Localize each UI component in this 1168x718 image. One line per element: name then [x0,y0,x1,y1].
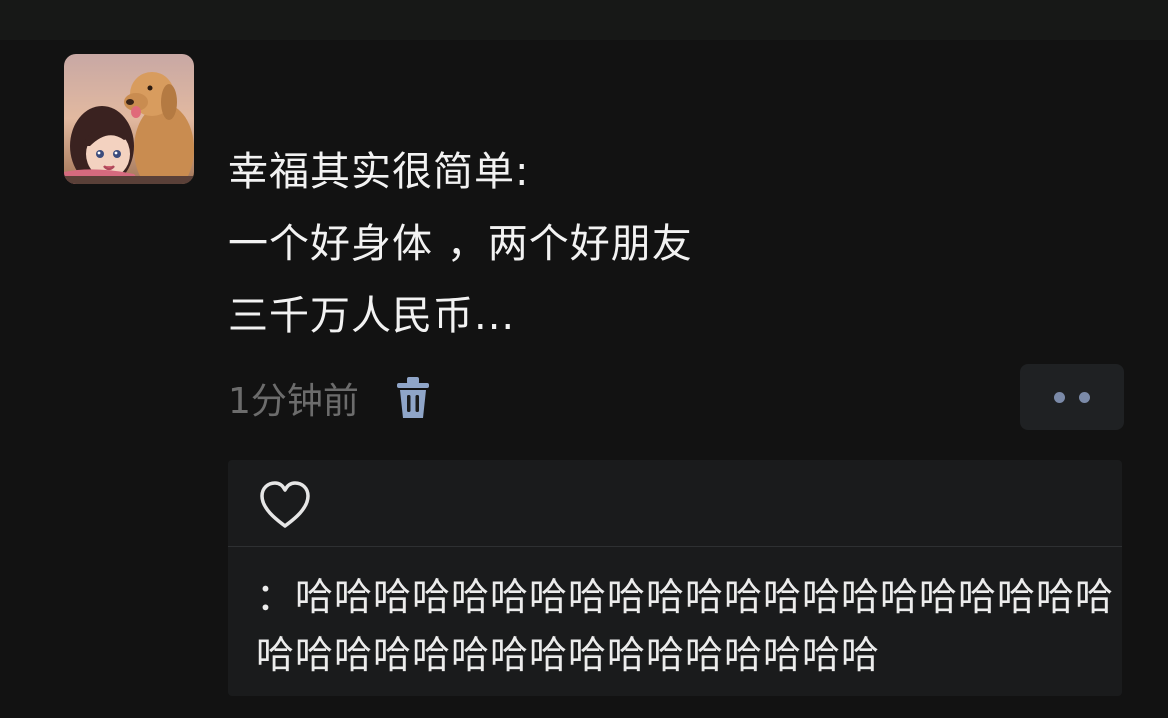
more-dots-icon [1054,391,1065,403]
post-line-2: 一个好身体 ，两个好朋友 [228,221,693,267]
comment-text: ：哈哈哈哈哈哈哈哈哈哈哈哈哈哈哈哈哈哈哈哈哈哈哈哈哈哈哈哈哈哈哈哈哈哈哈哈哈 [256,575,1115,677]
like-row [228,460,1122,546]
avatar[interactable] [64,54,194,184]
more-options-button[interactable] [1020,364,1124,430]
divider [228,546,1122,547]
comment-panel: ：哈哈哈哈哈哈哈哈哈哈哈哈哈哈哈哈哈哈哈哈哈哈哈哈哈哈哈哈哈哈哈哈哈哈哈哈哈 [228,460,1122,696]
trash-icon[interactable] [395,376,431,420]
post-line-3: 三千万人民币... [228,293,516,339]
post-meta-row: 1分钟前 [228,372,431,424]
girl-with-dog-avatar-icon [64,54,194,184]
top-bar [0,0,1168,40]
post-text: 幸福其实很简单: 一个好身体 ，两个好朋友 三千万人民币... [228,136,693,352]
heart-icon[interactable] [258,480,312,530]
post-timestamp: 1分钟前 [228,381,359,422]
more-dots-icon-2 [1079,391,1090,403]
post-line-1: 幸福其实很简单: [228,149,530,195]
